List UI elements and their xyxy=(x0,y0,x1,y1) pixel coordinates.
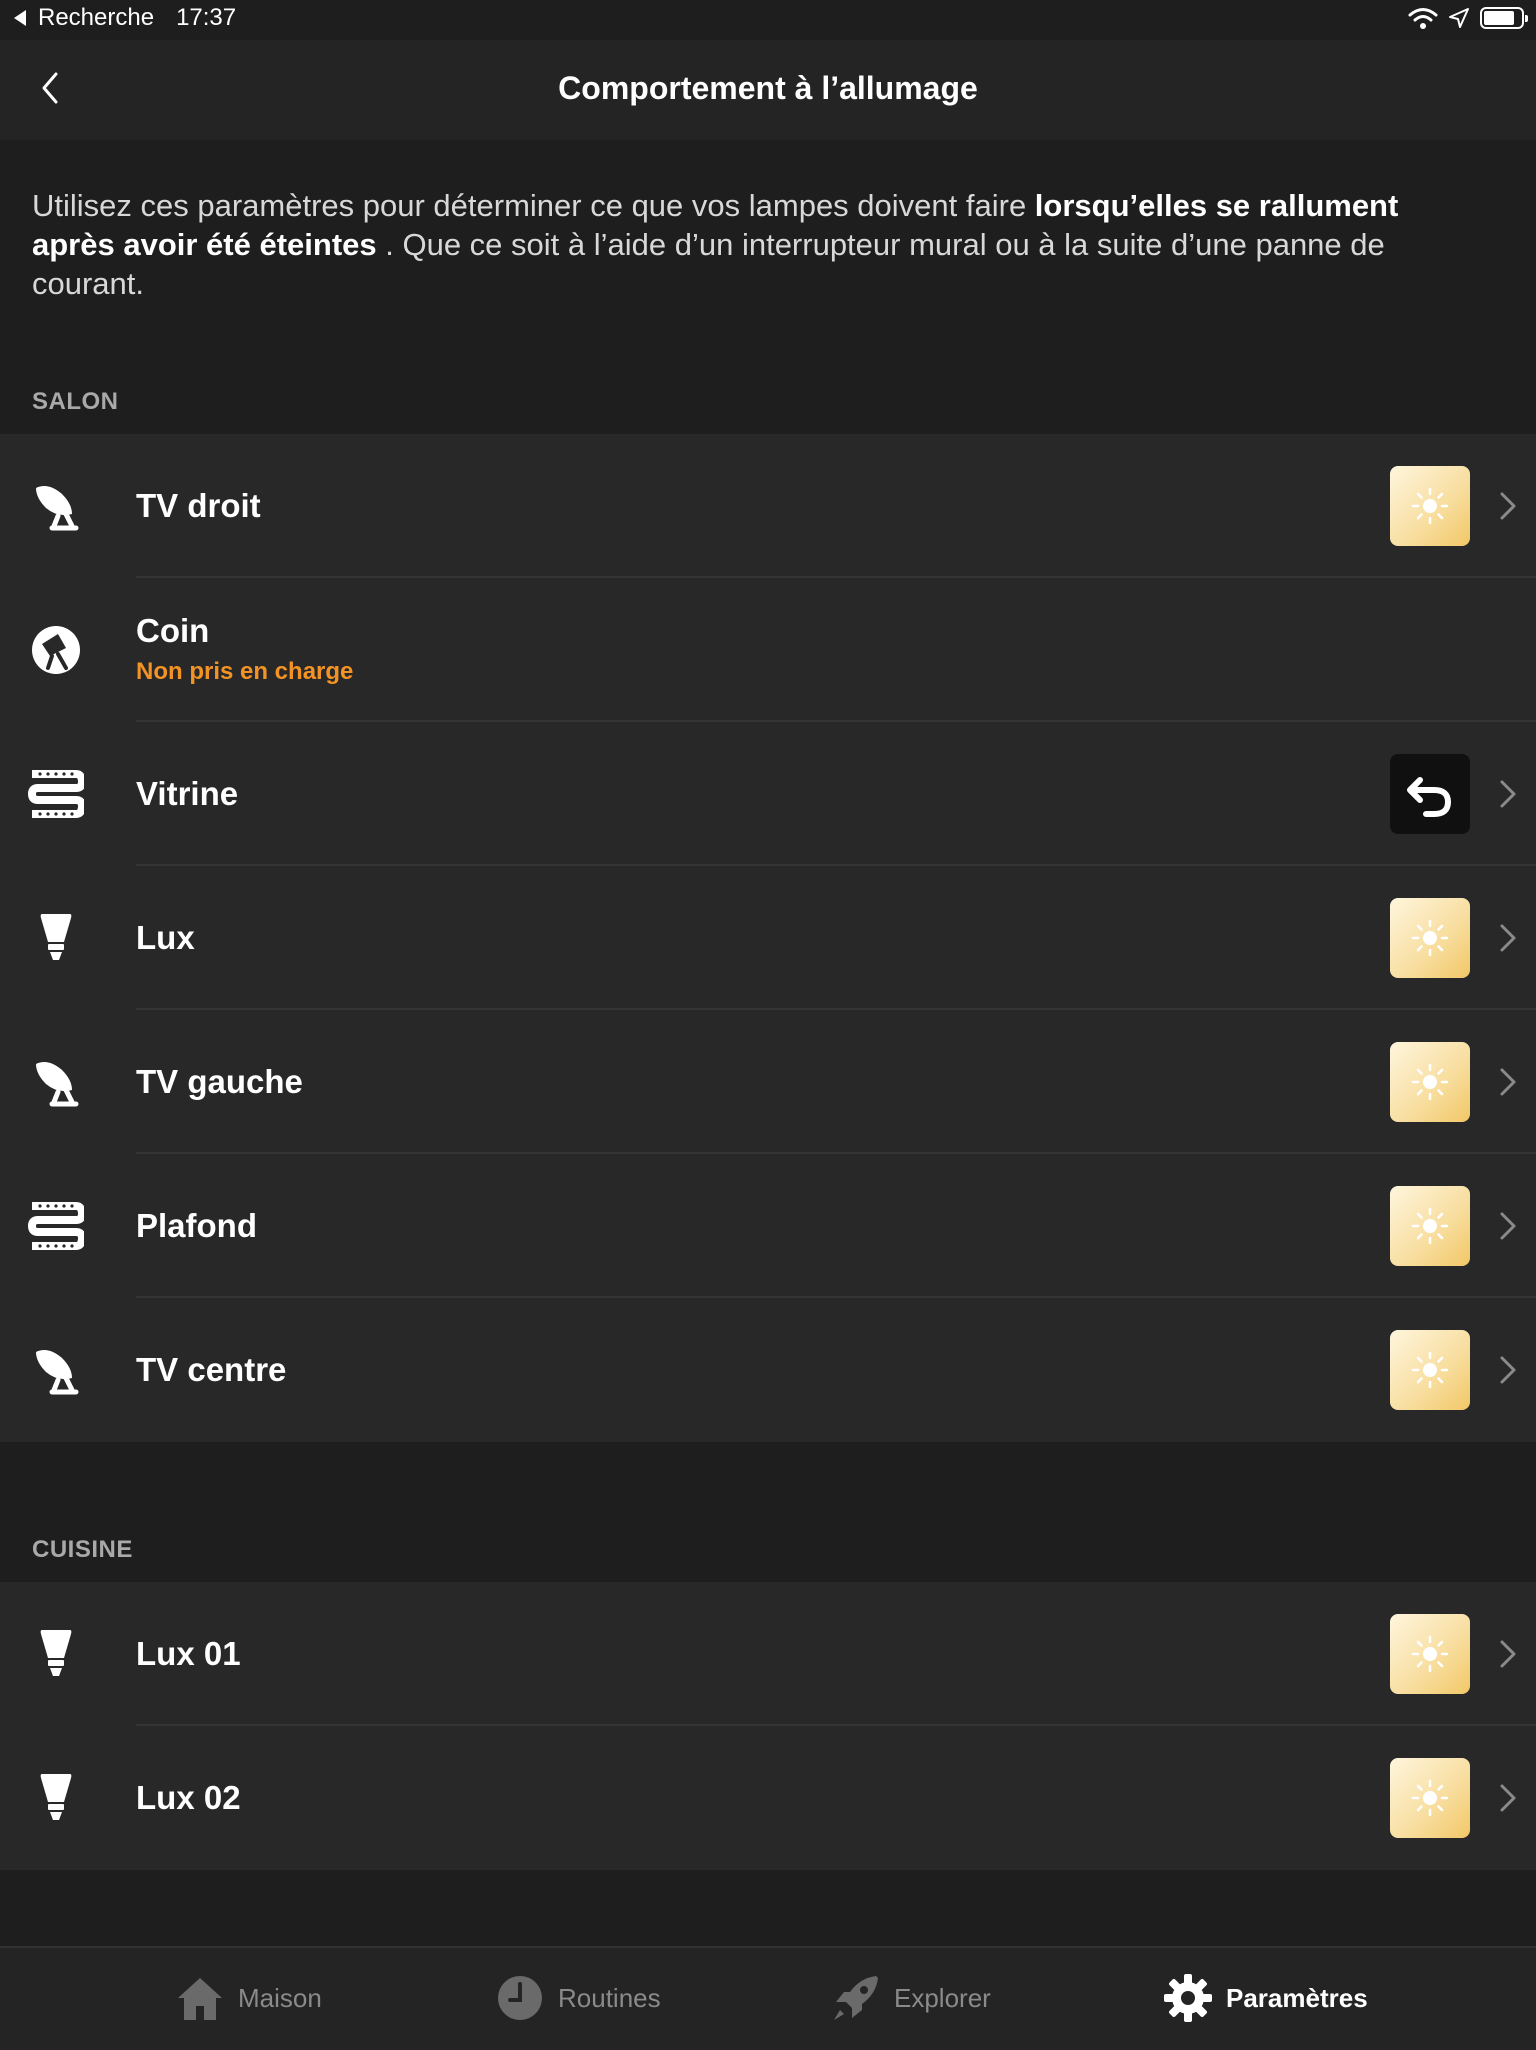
spot-lamp-icon xyxy=(28,478,84,534)
row-label: TV gauche xyxy=(136,1063,303,1100)
sun-icon xyxy=(1410,1062,1450,1102)
chevron-right-icon xyxy=(1498,1354,1518,1386)
power-on-state-tile xyxy=(1390,898,1470,978)
power-on-state-tile xyxy=(1390,1758,1470,1838)
chevron-right-icon xyxy=(1498,1782,1518,1814)
list-item-coin[interactable]: Coin Non pris en charge xyxy=(0,578,1536,722)
tab-label: Maison xyxy=(238,1982,322,2013)
wifi-icon xyxy=(1408,8,1438,29)
section-header-cuisine: CUISINE xyxy=(32,1536,133,1563)
list-item-plafond[interactable]: Plafond xyxy=(0,1154,1536,1298)
row-label: Plafond xyxy=(136,1207,257,1244)
list-item-lux-01[interactable]: Lux 01 xyxy=(0,1582,1536,1726)
tab-label: Paramètres xyxy=(1226,1982,1368,2013)
battery-icon xyxy=(1480,7,1528,29)
sun-icon xyxy=(1410,918,1450,958)
row-label-group: Coin Non pris en charge xyxy=(136,612,353,686)
section-salon: TV droit Coin Non pris en charge Vitrine… xyxy=(0,434,1536,1442)
status-time: 17:37 xyxy=(176,4,237,31)
row-label: TV droit xyxy=(136,487,261,524)
location-arrow-icon xyxy=(1449,8,1469,28)
restore-arrow-icon xyxy=(1402,766,1458,822)
tab-maison[interactable]: Maison xyxy=(174,1968,322,2028)
section-header-salon: SALON xyxy=(32,388,119,415)
power-on-state-tile xyxy=(1390,1186,1470,1266)
row-label: Vitrine xyxy=(136,775,239,812)
bulb-icon xyxy=(28,1626,84,1682)
sun-icon xyxy=(1410,1634,1450,1674)
sun-icon xyxy=(1410,1778,1450,1818)
power-on-state-tile xyxy=(1390,1614,1470,1694)
spot-lamp-icon xyxy=(28,1342,84,1398)
row-label: Lux 01 xyxy=(136,1635,241,1672)
back-triangle-icon xyxy=(14,10,26,26)
navigation-bar: Comportement à l’allumage xyxy=(0,40,1536,140)
lightstrip-icon xyxy=(28,766,84,822)
spot-lamp-icon xyxy=(28,1054,84,1110)
description-part1: Utilisez ces paramètres pour déterminer … xyxy=(32,188,1035,223)
list-item-tv-droit[interactable]: TV droit xyxy=(0,434,1536,578)
chevron-right-icon xyxy=(1498,778,1518,810)
chevron-right-icon xyxy=(1498,1210,1518,1242)
list-item-lux[interactable]: Lux xyxy=(0,866,1536,1010)
tab-parametres[interactable]: Paramètres xyxy=(1162,1968,1368,2028)
row-label: Lux 02 xyxy=(136,1779,241,1816)
bulb-icon xyxy=(28,910,84,966)
rocket-icon xyxy=(834,1976,878,2020)
sun-icon xyxy=(1410,1206,1450,1246)
section-cuisine: Lux 01 Lux 02 xyxy=(0,1582,1536,1870)
gear-icon xyxy=(1164,1974,1212,2022)
description-text: Utilisez ces paramètres pour déterminer … xyxy=(32,186,1462,303)
tab-label: Routines xyxy=(558,1982,661,2013)
status-back-app: Recherche xyxy=(38,4,155,31)
chevron-right-icon xyxy=(1498,1066,1518,1098)
home-icon xyxy=(178,1978,222,2020)
bulb-icon xyxy=(28,1770,84,1826)
list-item-tv-centre[interactable]: TV centre xyxy=(0,1298,1536,1442)
status-back-link[interactable]: Recherche 17:37 xyxy=(14,4,236,32)
power-on-state-tile xyxy=(1390,466,1470,546)
list-item-vitrine[interactable]: Vitrine xyxy=(0,722,1536,866)
row-label: Coin xyxy=(136,612,210,649)
status-bar: Recherche 17:37 xyxy=(0,0,1536,40)
floor-lamp-icon xyxy=(28,622,84,678)
power-on-state-tile xyxy=(1390,1042,1470,1122)
tab-explorer[interactable]: Explorer xyxy=(830,1968,991,2028)
row-label: TV centre xyxy=(136,1351,287,1388)
tab-label: Explorer xyxy=(894,1982,991,2013)
power-on-state-tile xyxy=(1390,1330,1470,1410)
chevron-right-icon xyxy=(1498,1638,1518,1670)
tab-routines[interactable]: Routines xyxy=(494,1968,661,2028)
sun-icon xyxy=(1410,486,1450,526)
clock-icon xyxy=(498,1976,542,2020)
sun-icon xyxy=(1410,1350,1450,1390)
chevron-right-icon xyxy=(1498,490,1518,522)
status-indicators xyxy=(1408,6,1528,30)
list-item-tv-gauche[interactable]: TV gauche xyxy=(0,1010,1536,1154)
page-title: Comportement à l’allumage xyxy=(558,70,978,106)
lightstrip-icon xyxy=(28,1198,84,1254)
row-label: Lux xyxy=(136,919,195,956)
list-item-lux-02[interactable]: Lux 02 xyxy=(0,1726,1536,1870)
unsupported-label: Non pris en charge xyxy=(136,658,354,685)
power-on-state-tile xyxy=(1390,754,1470,834)
chevron-right-icon xyxy=(1498,922,1518,954)
tab-bar: Maison Routines Explorer Paramètres xyxy=(0,1946,1536,2050)
